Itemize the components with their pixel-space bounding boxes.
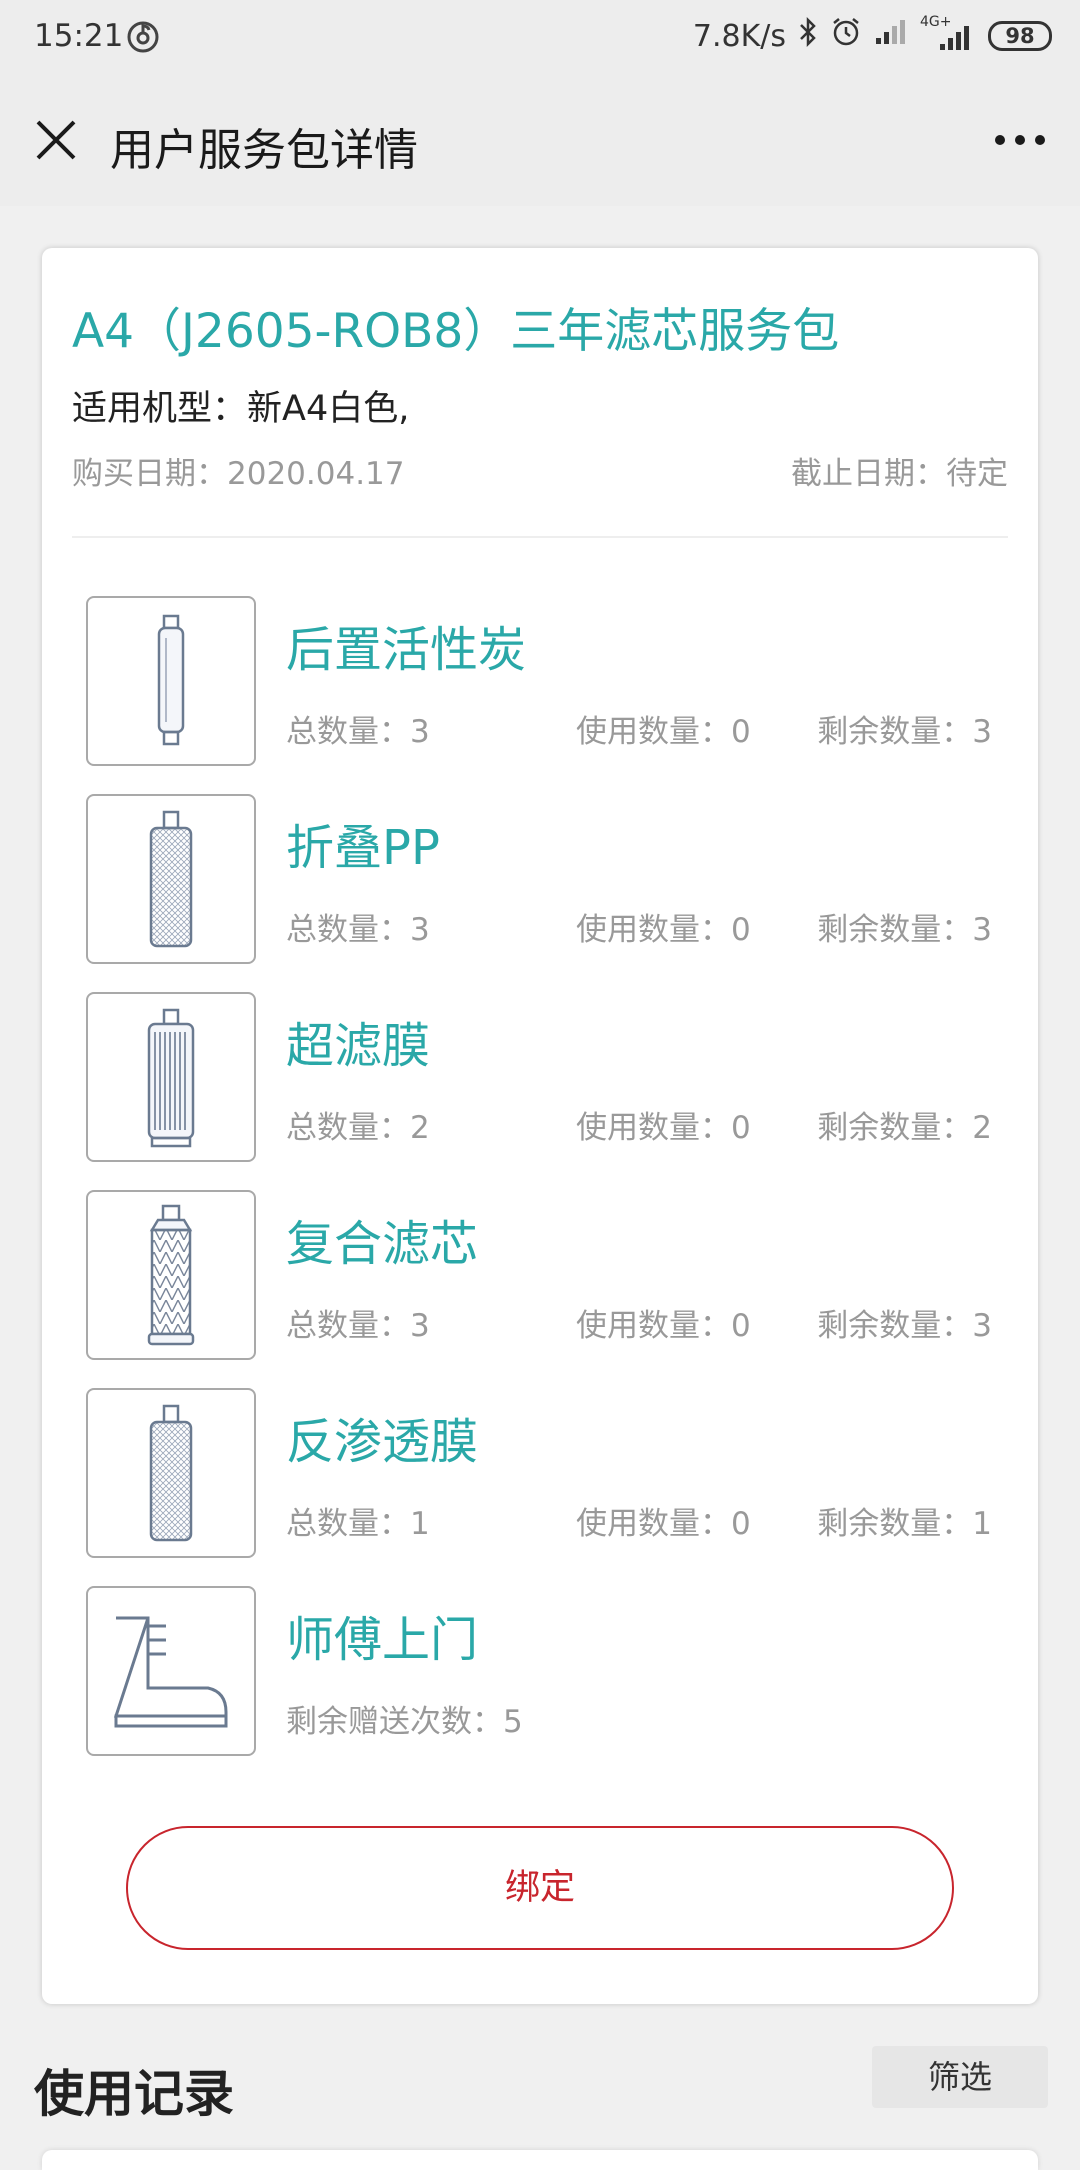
signal-4g-icon: 4G+ [920, 14, 976, 52]
filter-item: 折叠PP 总数量：3 使用数量：0 剩余数量：3 [86, 794, 1006, 964]
item-name: 复合滤芯 [286, 1216, 479, 1272]
title-bar: 用户服务包详情 [0, 78, 1080, 206]
remaining-visits: 剩余赠送次数：5 [286, 1704, 523, 1740]
filter-item: 反渗透膜 总数量：1 使用数量：0 剩余数量：1 [86, 1388, 1006, 1558]
item-remaining: 剩余数量：1 [817, 1506, 992, 1542]
item-total: 总数量：3 [286, 1308, 430, 1344]
usage-records-title: 使用记录 [34, 2065, 234, 2123]
applicable-model: 适用机型：新A4白色, [72, 389, 410, 429]
service-visit-item: 师傅上门 剩余赠送次数：5 [86, 1586, 1006, 1756]
item-total: 总数量：1 [286, 1506, 430, 1542]
filter-item: 后置活性炭 总数量：3 使用数量：0 剩余数量：3 [86, 596, 1006, 766]
item-name: 反渗透膜 [286, 1414, 479, 1470]
expiry-date: 截止日期：待定 [791, 456, 1008, 492]
item-name: 师傅上门 [286, 1612, 479, 1668]
item-used: 使用数量：0 [576, 714, 751, 750]
boot-icon [86, 1586, 256, 1756]
more-icon[interactable] [990, 118, 1050, 162]
item-remaining: 剩余数量：2 [817, 1110, 992, 1146]
item-remaining: 剩余数量：3 [817, 714, 992, 750]
status-right: 7.8K/s 4G+ 98 [692, 14, 1052, 56]
item-total: 总数量：3 [286, 912, 430, 948]
page-title: 用户服务包详情 [110, 125, 418, 176]
item-remaining: 剩余数量：3 [817, 912, 992, 948]
uf-membrane-icon [86, 992, 256, 1162]
bind-button[interactable]: 绑定 [126, 1826, 954, 1950]
network-speed: 7.8K/s [692, 18, 786, 54]
ro-membrane-icon [86, 1388, 256, 1558]
bluetooth-icon [798, 16, 818, 56]
status-time: 15:21 [34, 18, 124, 54]
filter-item: 超滤膜 总数量：2 使用数量：0 剩余数量：2 [86, 992, 1006, 1162]
composite-filter-icon [86, 1190, 256, 1360]
item-total: 总数量：2 [286, 1110, 430, 1146]
signal-icon [874, 18, 908, 54]
close-icon[interactable] [30, 114, 82, 166]
item-name: 后置活性炭 [286, 622, 527, 678]
item-used: 使用数量：0 [576, 1506, 751, 1542]
records-card [42, 2150, 1038, 2170]
item-used: 使用数量：0 [576, 1308, 751, 1344]
carbon-filter-icon [86, 596, 256, 766]
item-name: 折叠PP [286, 820, 440, 876]
alarm-icon [830, 16, 862, 56]
network-type: 4G+ [920, 14, 952, 30]
item-name: 超滤膜 [286, 1018, 431, 1074]
item-used: 使用数量：0 [576, 1110, 751, 1146]
filter-button[interactable]: 筛选 [872, 2046, 1048, 2108]
filter-item: 复合滤芯 总数量：3 使用数量：0 剩余数量：3 [86, 1190, 1006, 1360]
service-package-card: A4（J2605-ROB8）三年滤芯服务包 适用机型：新A4白色, 购买日期：2… [42, 248, 1038, 2004]
divider [72, 536, 1008, 538]
package-title: A4（J2605-ROB8）三年滤芯服务包 [72, 304, 840, 359]
purchase-date: 购买日期：2020.04.17 [72, 456, 405, 492]
item-total: 总数量：3 [286, 714, 430, 750]
status-bar: 15:21 7.8K/s 4G+ 98 [0, 0, 1080, 78]
item-used: 使用数量：0 [576, 912, 751, 948]
battery-indicator: 98 [988, 21, 1052, 51]
item-remaining: 剩余数量：3 [817, 1308, 992, 1344]
netease-music-icon [126, 20, 160, 54]
pp-filter-icon [86, 794, 256, 964]
